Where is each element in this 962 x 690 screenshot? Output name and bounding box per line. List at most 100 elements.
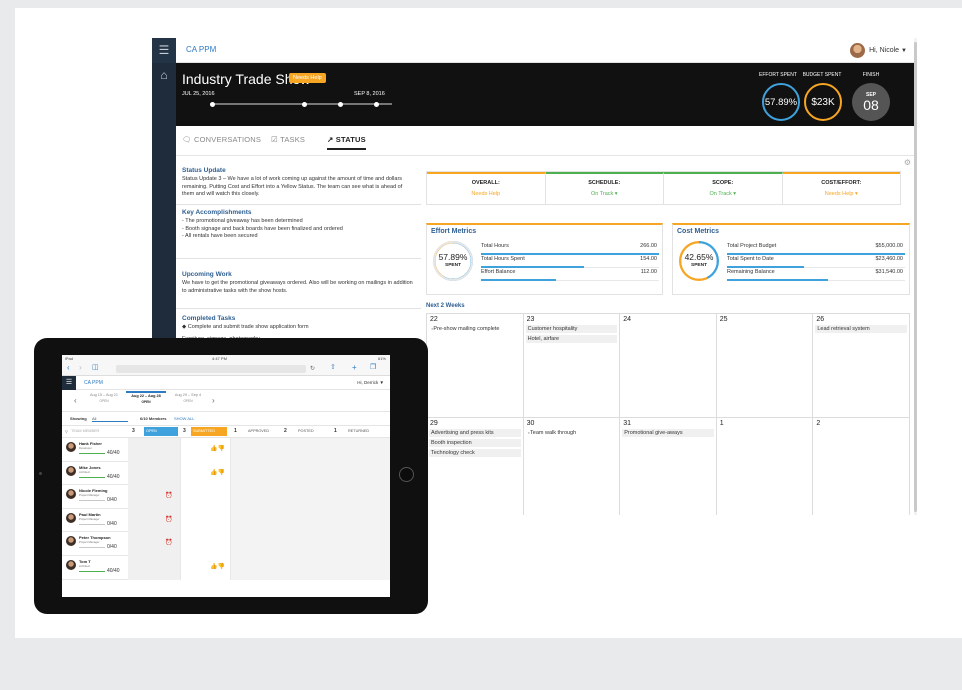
- week-option[interactable]: Aug 15 – Aug 21 OPEN: [84, 393, 124, 403]
- scope-status[interactable]: SCOPE: On Track ▾: [664, 172, 783, 204]
- calendar-day[interactable]: 25: [716, 314, 814, 418]
- table-row[interactable]: Hank Fisher Developer 40/40 👍👎: [62, 438, 390, 462]
- calendar-day[interactable]: 22 Pre-show mailing complete: [427, 314, 524, 418]
- calendar-day[interactable]: 2: [813, 418, 910, 515]
- status-cells: [230, 438, 390, 462]
- chevron-down-icon: ▼: [901, 47, 907, 54]
- day-number: 29: [430, 420, 438, 427]
- table-row[interactable]: Tom T Architect 40/40 👍👎: [62, 555, 390, 580]
- calendar-day[interactable]: 29 Advertising and press kits Booth inspec…: [427, 418, 524, 515]
- scrollbar-thumb[interactable]: [914, 42, 917, 512]
- app-logo[interactable]: CA PPM: [84, 380, 103, 386]
- calendar-day[interactable]: 26 Lead retrieval system: [813, 314, 910, 418]
- metric-row: Total Hours 266.00: [481, 243, 659, 255]
- thumbs-up-down-icon[interactable]: 👍👎: [210, 469, 225, 476]
- app-logo[interactable]: CA PPM: [186, 45, 216, 54]
- forward-icon[interactable]: ›: [79, 363, 82, 372]
- metric-row: Total Spent to Date $23,460.00: [727, 256, 905, 268]
- member-count: 6/10 Members: [140, 416, 167, 421]
- hamburger-menu-icon[interactable]: ☰: [152, 38, 176, 63]
- calendar-event[interactable]: Technology check: [429, 449, 521, 457]
- tabs-icon[interactable]: ❐: [370, 363, 376, 371]
- submitted-cell[interactable]: [180, 508, 230, 533]
- url-bar[interactable]: [116, 365, 306, 373]
- week-range: Aug 29 – Sep 4: [174, 393, 202, 397]
- share-icon[interactable]: ⇧: [330, 363, 336, 371]
- tab-status[interactable]: ↗ STATUS: [327, 135, 366, 150]
- gear-icon[interactable]: ⚙: [904, 158, 911, 167]
- hours-value: 0/40: [107, 544, 117, 551]
- table-row[interactable]: Paul Martin Project Manager 0/40 ⏰: [62, 508, 390, 533]
- calendar-event[interactable]: Customer hospitality: [525, 325, 618, 333]
- day-number: 2: [816, 420, 821, 427]
- camera-icon: [39, 472, 42, 475]
- column-returned[interactable]: RETURNED: [348, 429, 369, 433]
- calendar-event[interactable]: Booth inspection: [429, 439, 521, 447]
- device-name: iPad: [65, 356, 74, 361]
- tab-conversations[interactable]: 🗨 CONVERSATIONS: [182, 135, 261, 144]
- week-option[interactable]: Aug 29 – Sep 4 OPEN: [168, 393, 208, 403]
- schedule-status[interactable]: SCHEDULE: On Track ▾: [545, 172, 664, 204]
- table-row[interactable]: Nicole Fleming Project Manager 0/40 ⏰: [62, 485, 390, 509]
- calendar-event[interactable]: Promotional give-aways: [622, 429, 714, 437]
- card-title: Cost Metrics: [677, 228, 720, 235]
- alarm-clock-icon[interactable]: ⏰: [165, 492, 172, 499]
- prev-week-icon[interactable]: ‹: [74, 396, 77, 405]
- next-week-icon[interactable]: ›: [212, 396, 215, 405]
- showing-select[interactable]: All: [92, 416, 128, 422]
- calendar-day[interactable]: 23 Customer hospitality Hotel, airfare: [523, 314, 621, 418]
- timeline-marker: [302, 101, 307, 107]
- timesheet-rows: Hank Fisher Developer 40/40 👍👎 Mike Jones Arc…: [62, 438, 390, 580]
- new-tab-icon[interactable]: +: [352, 363, 357, 372]
- column-open[interactable]: OPEN: [144, 427, 178, 436]
- table-row[interactable]: Mike Jones Architect 40/40 👍👎: [62, 461, 390, 486]
- open-cell[interactable]: [128, 555, 180, 580]
- thumbs-up-down-icon[interactable]: 👍👎: [210, 563, 225, 570]
- show-all-link[interactable]: SHOW ALL: [174, 416, 194, 421]
- tablet-app-header: ☰ CA PPM Hi, Derrick ▼: [62, 376, 390, 390]
- avatar: [850, 43, 866, 58]
- open-cell[interactable]: [128, 438, 180, 462]
- calendar-event[interactable]: Pre-show mailing complete: [429, 325, 521, 333]
- column-posted[interactable]: POSTED: [298, 429, 314, 433]
- home-icon[interactable]: ⌂: [152, 63, 176, 88]
- back-icon[interactable]: ‹: [67, 363, 70, 372]
- tab-label: TASKS: [280, 135, 306, 144]
- thumbs-up-down-icon[interactable]: 👍👎: [210, 445, 225, 452]
- calendar-day[interactable]: 1: [717, 418, 814, 515]
- search-input[interactable]: TEAM MEMBER: [71, 429, 99, 433]
- table-row[interactable]: Peter Thompson Project Manager 0/40 ⏰: [62, 532, 390, 556]
- section-text: Status Update 3 – We have a lot of work …: [182, 176, 403, 197]
- hours-value: 40/40: [107, 450, 120, 456]
- calendar-event[interactable]: Team walk through: [526, 429, 618, 437]
- column-submitted[interactable]: SUBMITTED: [191, 427, 227, 436]
- calendar-day[interactable]: 30 Team walk through: [524, 418, 621, 515]
- hours-value: 40/40: [107, 473, 120, 480]
- status-badge: Needs Help: [289, 73, 326, 83]
- alarm-clock-icon[interactable]: ⏰: [165, 516, 172, 523]
- week-option-selected[interactable]: Aug 22 – Aug 28 OPEN: [126, 391, 166, 404]
- tab-tasks[interactable]: ☑ TASKS: [271, 135, 305, 144]
- key-accomplishments-section: Key Accomplishments - The promotional gi…: [176, 205, 421, 259]
- section-title: Completed Tasks: [182, 315, 236, 322]
- start-date: JUL 25, 2016: [182, 91, 215, 97]
- reload-icon[interactable]: ↻: [310, 365, 315, 372]
- column-approved[interactable]: APPROVED: [248, 429, 269, 433]
- calendar-day[interactable]: 24: [620, 314, 717, 418]
- user-menu[interactable]: Hi, Derrick ▼: [357, 380, 384, 385]
- alarm-clock-icon[interactable]: ⏰: [165, 539, 172, 546]
- hamburger-menu-icon[interactable]: ☰: [62, 376, 76, 390]
- calendar-event[interactable]: Hotel, airfare: [525, 335, 618, 343]
- scrollbar[interactable]: [914, 38, 917, 515]
- cost-effort-status[interactable]: COST/EFFORT: Needs Help ▾: [782, 172, 900, 204]
- calendar-event[interactable]: Lead retrieval system: [815, 325, 907, 333]
- open-cell[interactable]: [128, 461, 180, 486]
- calendar-event[interactable]: Advertising and press kits: [429, 429, 521, 437]
- calendar-day[interactable]: 31 Promotional give-aways: [620, 418, 717, 515]
- bookmarks-icon[interactable]: ◫: [92, 363, 99, 371]
- week-state: OPEN: [99, 399, 109, 403]
- user-menu[interactable]: Hi, Nicole ▼: [850, 42, 907, 59]
- hours-value: 0/40: [107, 497, 117, 504]
- submitted-cell[interactable]: [180, 532, 230, 556]
- submitted-cell[interactable]: [180, 485, 230, 509]
